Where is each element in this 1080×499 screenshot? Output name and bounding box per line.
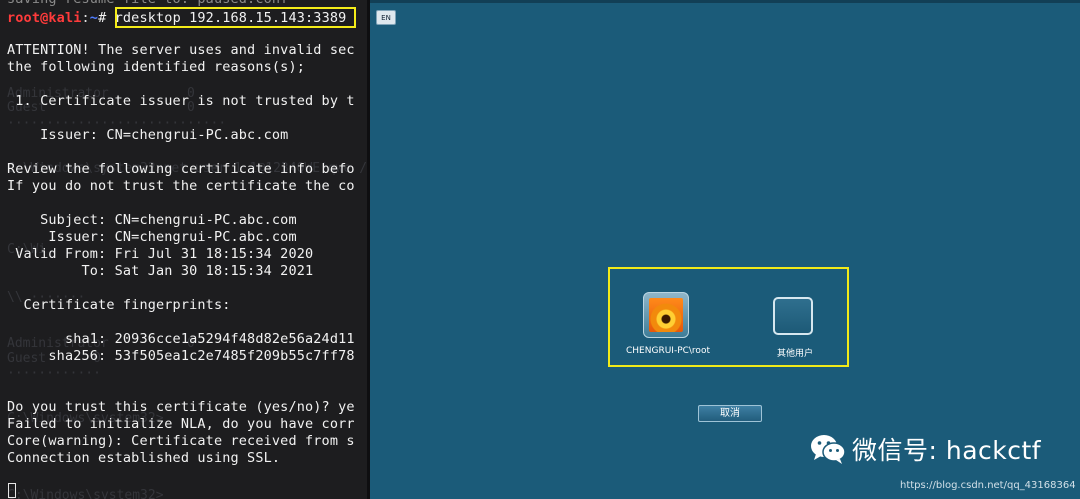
terminal-line: To: Sat Jan 30 18:15:34 2021 xyxy=(7,263,314,279)
prompt-user-host: root@kali xyxy=(7,10,82,26)
rdp-top-border xyxy=(370,0,1080,3)
prompt-symbol: # xyxy=(98,10,115,26)
flower-avatar-icon xyxy=(649,298,683,332)
terminal-line: Core(warning): Certificate received from… xyxy=(7,433,355,449)
terminal-line: the following identified reasons(s); xyxy=(7,59,305,75)
terminal-line: Valid From: Fri Jul 31 18:15:34 2020 xyxy=(7,246,314,262)
terminal-line: Certificate fingerprints: xyxy=(7,297,231,313)
terminal-line: Failed to initialize NLA, do you have co… xyxy=(7,416,355,432)
terminal-line: Issuer: CN=chengrui-PC.abc.com xyxy=(7,229,297,245)
terminal-line: 1. Certificate issuer is not trusted by … xyxy=(7,93,355,109)
prompt-separator: : xyxy=(81,10,90,26)
cancel-button[interactable]: 取消 xyxy=(698,405,762,422)
terminal-line: Connection established using SSL. xyxy=(7,450,281,466)
remote-desktop-window[interactable]: EN CHENGRUI-PC\root 其他用户 取消 微信号: hackctf… xyxy=(370,0,1080,499)
terminal-line: If you do not trust the certificate the … xyxy=(7,178,355,194)
terminal-line: Review the following certificate info be… xyxy=(7,161,355,177)
wechat-watermark: 微信号: hackctf xyxy=(810,430,1041,468)
terminal-line: sha1: 20936cce1a5294f48d82e56a24d11 xyxy=(7,331,355,347)
csdn-watermark: https://blog.csdn.net/qq_43168364 xyxy=(900,480,1076,491)
ghost-line: C:\Windows\system32> xyxy=(7,488,164,499)
terminal-line: Subject: CN=chengrui-PC.abc.com xyxy=(7,212,297,228)
terminal-line: Do you trust this certificate (yes/no)? … xyxy=(7,399,355,415)
terminal-cursor xyxy=(8,483,16,498)
user-tile-other-user[interactable] xyxy=(773,297,813,335)
terminal-line: ATTENTION! The server uses and invalid s… xyxy=(7,42,355,58)
prompt-path: ~ xyxy=(89,10,99,26)
terminal-window[interactable]: Administrator 0 Guest 0 ················… xyxy=(0,0,367,499)
language-indicator-button[interactable]: EN xyxy=(376,10,396,25)
wechat-icon xyxy=(810,433,846,465)
command-highlight-box xyxy=(115,7,356,28)
user-name-label: 其他用户 xyxy=(777,349,814,359)
user-tile-chengrui-root[interactable] xyxy=(643,292,689,338)
terminal-line: sha256: 53f505ea1c2e7485f209b55c7ff78 xyxy=(7,348,355,364)
ghost-line: ············ xyxy=(7,366,101,381)
user-name-label: CHENGRUI-PC\root xyxy=(626,346,710,356)
wechat-account-title: 微信号: hackctf xyxy=(852,436,1042,465)
terminal-line: Issuer: CN=chengrui-PC.abc.com xyxy=(7,127,289,143)
